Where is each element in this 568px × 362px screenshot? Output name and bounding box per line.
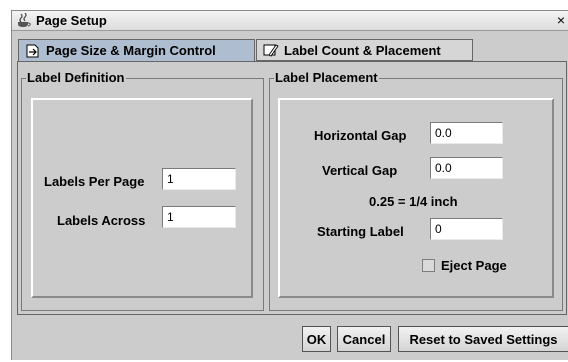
starting-label-label: Starting Label — [317, 224, 404, 239]
page-arrow-icon — [26, 44, 39, 57]
gap-unit-hint: 0.25 = 1/4 inch — [369, 194, 458, 209]
window-title: Page Setup — [36, 13, 107, 28]
vertical-gap-label: Vertical Gap — [322, 163, 398, 178]
labels-per-page-field[interactable]: 1 — [162, 168, 236, 190]
reset-to-saved-settings-button[interactable]: Reset to Saved Settings — [398, 326, 568, 352]
horizontal-gap-label: Horizontal Gap — [314, 128, 407, 143]
labels-across-field[interactable]: 1 — [162, 206, 236, 228]
vertical-gap-field[interactable]: 0.0 — [430, 157, 503, 179]
labels-across-label: Labels Across — [57, 213, 146, 228]
tab-label-count-placement[interactable]: Label Count & Placement — [256, 39, 473, 61]
tab-page-size-margin-control[interactable]: Page Size & Margin Control — [18, 39, 255, 61]
label-definition-inner-panel — [31, 98, 253, 298]
labels-per-page-label: Labels Per Page — [44, 174, 145, 189]
tab-label: Page Size & Margin Control — [46, 43, 216, 58]
ok-button[interactable]: OK — [302, 326, 331, 352]
page-setup-dialog: Page Setup × Page Size & Margin Control … — [11, 10, 568, 360]
title-bar[interactable]: Page Setup × — [12, 11, 568, 31]
label-definition-title: Label Definition — [26, 70, 126, 85]
label-definition-group: Label Definition — [21, 70, 264, 311]
java-coffee-icon — [18, 13, 31, 27]
label-placement-title: Label Placement — [274, 70, 379, 85]
close-button[interactable]: × — [555, 12, 567, 28]
eject-page-checkbox[interactable] — [422, 259, 435, 272]
tab-label: Label Count & Placement — [284, 42, 441, 58]
eject-page-label[interactable]: Eject Page — [441, 258, 507, 273]
starting-label-field[interactable]: 0 — [430, 218, 503, 240]
horizontal-gap-field[interactable]: 0.0 — [430, 122, 503, 144]
pencil-page-icon — [263, 44, 279, 57]
cancel-button[interactable]: Cancel — [337, 326, 391, 352]
